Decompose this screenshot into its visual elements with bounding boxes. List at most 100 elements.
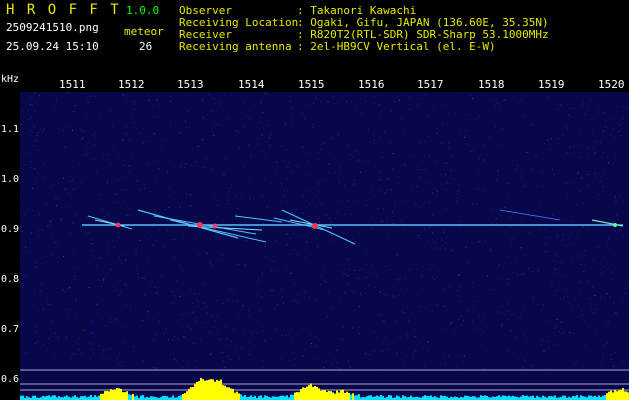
noise-pixel <box>493 319 495 321</box>
noise-pixel <box>588 147 590 149</box>
noise-pixel <box>156 239 157 241</box>
noise-pixel <box>342 187 344 189</box>
noise-pixel <box>72 222 74 224</box>
noise-pixel <box>409 98 411 100</box>
noise-pixel <box>24 275 26 277</box>
noise-pixel <box>337 106 339 108</box>
noise-pixel <box>270 182 272 184</box>
noise-pixel <box>390 142 392 144</box>
x-tick-label: 1517 <box>417 78 444 91</box>
noise-pixel <box>518 109 520 111</box>
noise-pixel <box>83 131 85 132</box>
noise-pixel <box>85 117 87 119</box>
noise-pixel <box>76 362 77 364</box>
noise-pixel <box>198 306 200 307</box>
noise-pixel <box>379 292 381 294</box>
level-bar <box>612 392 614 400</box>
noise-pixel <box>516 164 518 166</box>
noise-pixel <box>226 339 228 341</box>
noise-pixel <box>92 134 94 136</box>
noise-pixel <box>129 208 131 210</box>
noise-pixel <box>333 241 335 243</box>
noise-pixel <box>286 244 288 246</box>
noise-pixel <box>40 172 42 174</box>
noise-pixel <box>508 310 509 312</box>
noise-pixel <box>357 160 359 162</box>
noise-pixel <box>93 326 95 328</box>
noise-pixel <box>102 283 104 284</box>
noise-pixel <box>352 326 354 328</box>
noise-pixel <box>226 327 228 329</box>
noise-pixel <box>476 329 478 331</box>
noise-pixel <box>125 259 127 261</box>
noise-pixel <box>380 315 382 317</box>
noise-pixel <box>520 274 522 276</box>
noise-pixel <box>562 233 564 235</box>
noise-pixel <box>299 235 301 237</box>
level-bar <box>22 395 24 400</box>
noise-pixel <box>140 352 142 354</box>
noise-pixel <box>37 340 39 342</box>
noise-pixel <box>304 297 306 299</box>
noise-pixel <box>499 301 501 303</box>
noise-pixel <box>259 129 260 131</box>
noise-pixel <box>185 347 187 349</box>
noise-pixel <box>169 353 171 355</box>
noise-pixel <box>98 257 100 259</box>
noise-pixel <box>518 228 520 230</box>
noise-pixel <box>167 221 169 222</box>
noise-pixel <box>574 299 576 301</box>
noise-pixel <box>23 196 25 198</box>
noise-pixel <box>383 208 385 210</box>
noise-pixel <box>195 161 197 163</box>
noise-pixel <box>503 265 505 267</box>
noise-pixel <box>594 172 596 174</box>
noise-pixel <box>201 138 203 140</box>
noise-pixel <box>122 94 124 95</box>
noise-pixel <box>317 247 319 249</box>
noise-pixel <box>155 211 157 213</box>
noise-pixel <box>213 243 215 245</box>
noise-pixel <box>228 257 230 259</box>
noise-pixel <box>187 360 189 362</box>
noise-pixel <box>424 228 425 230</box>
noise-pixel <box>196 366 197 368</box>
noise-pixel <box>373 132 375 134</box>
level-bar <box>208 379 210 400</box>
noise-pixel <box>291 112 293 114</box>
noise-pixel <box>560 298 561 300</box>
noise-pixel <box>64 127 66 129</box>
noise-pixel <box>567 289 569 291</box>
noise-pixel <box>514 292 515 294</box>
level-bar <box>308 385 310 400</box>
noise-pixel <box>433 206 435 208</box>
noise-pixel <box>118 179 120 181</box>
noise-pixel <box>568 114 569 116</box>
noise-pixel <box>423 204 425 206</box>
spectrogram-plot[interactable] <box>20 92 629 400</box>
noise-pixel <box>89 179 91 181</box>
noise-pixel <box>404 356 406 358</box>
level-bar <box>172 395 174 400</box>
noise-pixel <box>39 128 41 130</box>
noise-pixel <box>268 137 270 139</box>
noise-pixel <box>62 177 64 179</box>
noise-pixel <box>620 134 622 136</box>
noise-pixel <box>214 320 216 322</box>
noise-pixel <box>546 368 548 370</box>
noise-pixel <box>303 212 305 214</box>
noise-pixel <box>319 275 321 277</box>
noise-pixel <box>312 123 314 125</box>
noise-pixel <box>555 334 557 336</box>
noise-pixel <box>420 98 422 100</box>
level-bar <box>330 391 332 400</box>
noise-pixel <box>572 306 574 308</box>
level-bar <box>46 395 48 400</box>
noise-pixel <box>173 302 175 304</box>
noise-pixel <box>526 152 528 153</box>
noise-pixel <box>353 183 355 185</box>
noise-pixel <box>319 144 321 146</box>
noise-pixel <box>262 196 263 198</box>
noise-pixel <box>292 169 294 171</box>
noise-pixel <box>527 232 529 234</box>
